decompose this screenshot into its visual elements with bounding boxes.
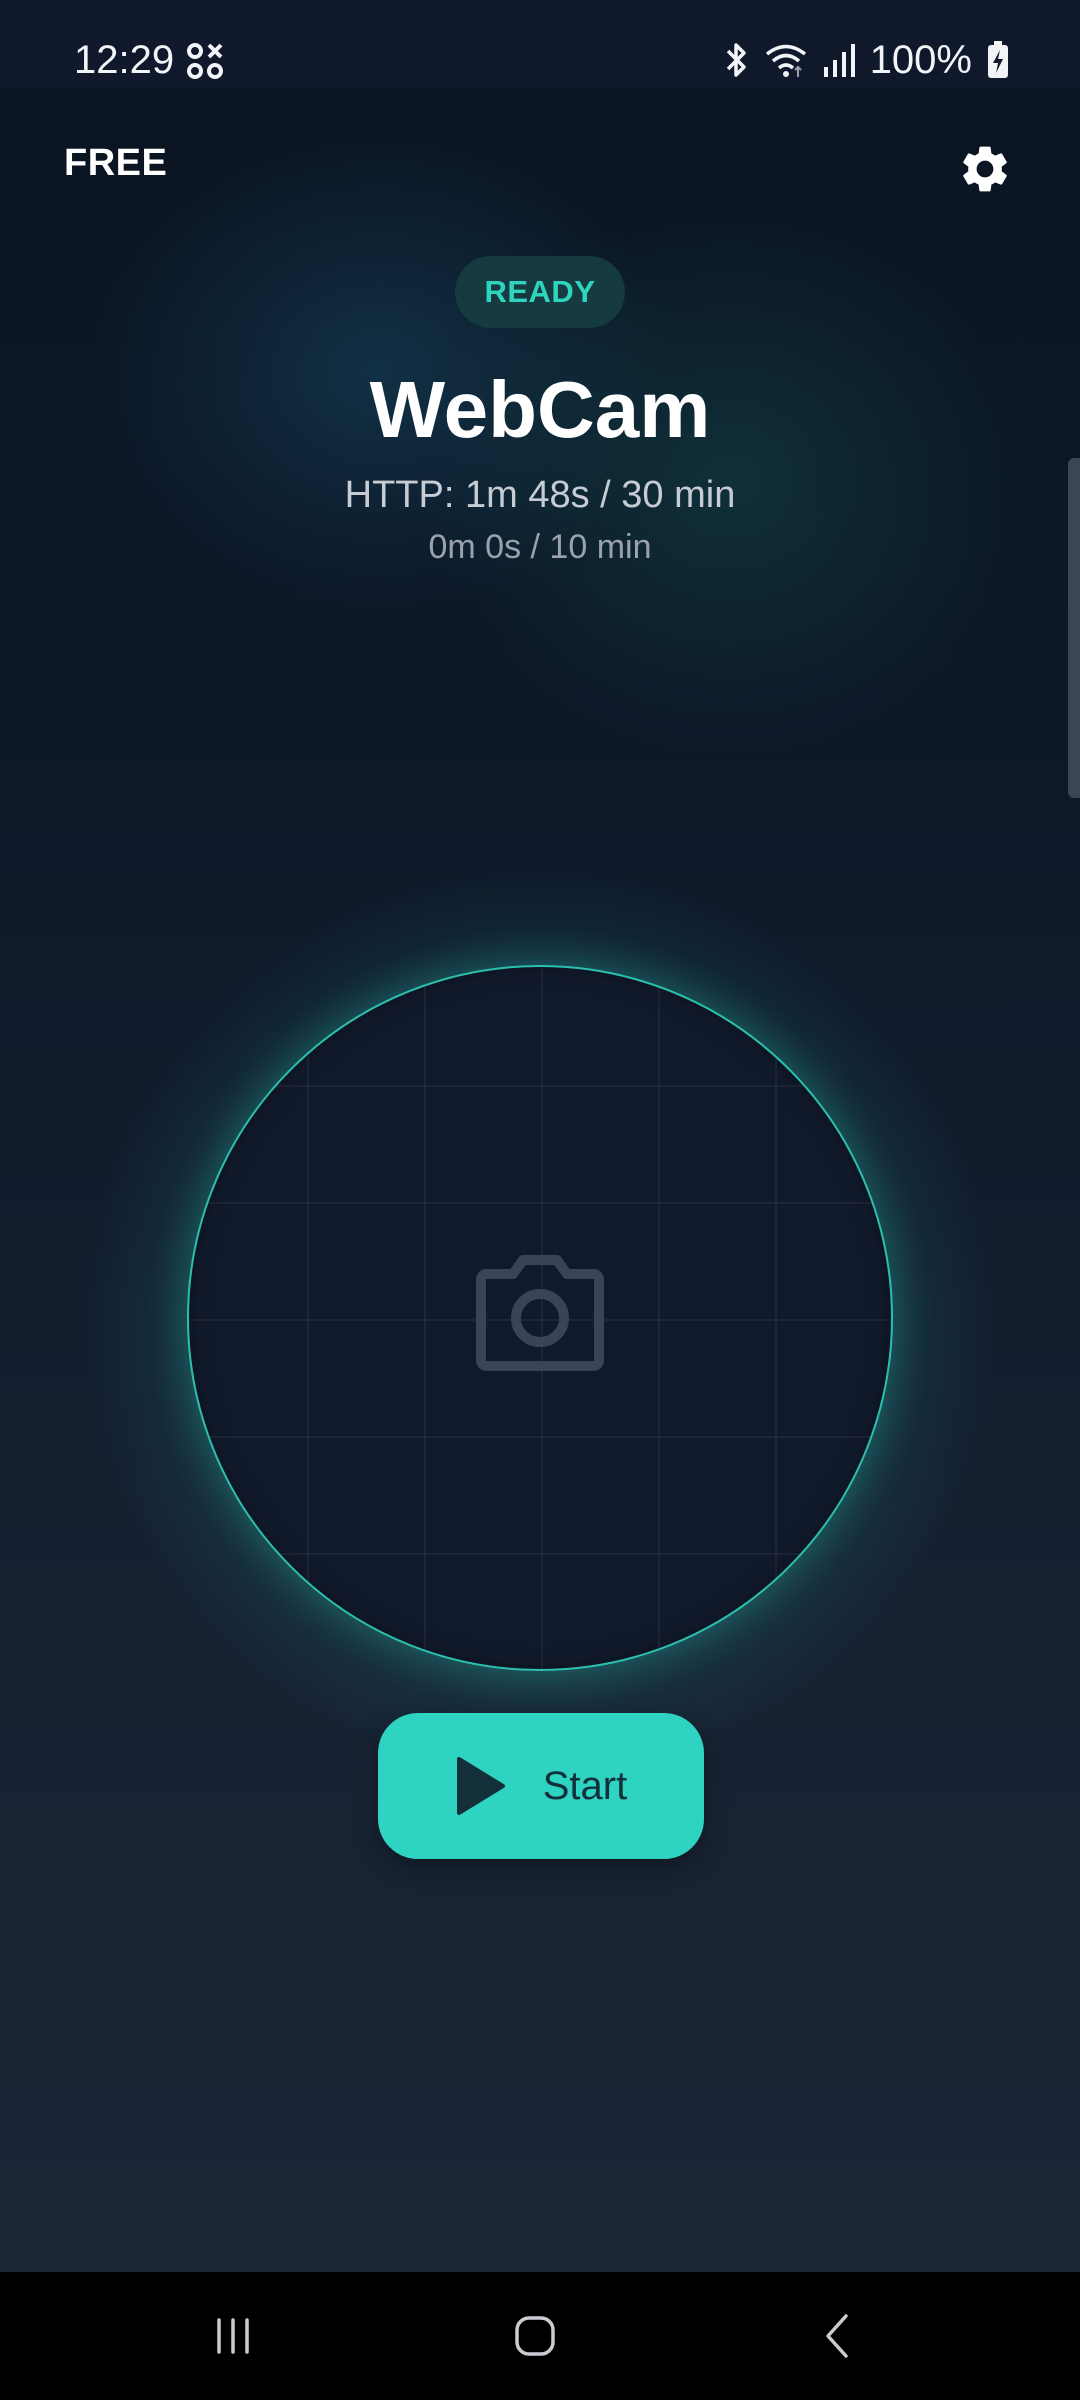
recents-icon[interactable] xyxy=(203,2306,263,2366)
signal-icon xyxy=(823,44,855,77)
home-icon[interactable] xyxy=(505,2306,565,2366)
http-usage-text: HTTP: 1m 48s / 30 min xyxy=(344,474,736,516)
grid-line xyxy=(424,967,426,1669)
session-usage-text: 0m 0s / 10 min xyxy=(428,528,652,566)
grid-line xyxy=(189,1085,891,1087)
status-time: 12:29 xyxy=(74,38,175,82)
app-title: WebCam xyxy=(369,365,711,454)
bluetooth-icon xyxy=(726,43,746,77)
navigation-bar xyxy=(0,2272,1080,2400)
screen: 12:29 100% FREE READY WebCam HTTP: 1m 48… xyxy=(0,0,1080,2400)
grid-line xyxy=(189,1436,891,1438)
grid-line xyxy=(307,967,309,1669)
wifi-icon xyxy=(765,44,806,77)
grid-line xyxy=(189,1553,891,1555)
play-icon xyxy=(456,1757,505,1815)
grid-line xyxy=(775,967,777,1669)
start-button[interactable]: Start xyxy=(378,1713,704,1859)
gear-icon xyxy=(963,146,1007,192)
status-icons: 100% xyxy=(722,36,1010,84)
settings-button[interactable] xyxy=(954,138,1016,200)
plan-label: FREE xyxy=(64,142,168,184)
grid-line xyxy=(658,967,660,1669)
grid-line xyxy=(189,1202,891,1204)
status-badge: READY xyxy=(455,256,625,328)
battery-charging-icon xyxy=(988,41,1008,78)
scrollbar[interactable] xyxy=(1068,458,1080,798)
status-bar: 12:29 100% xyxy=(0,0,1080,88)
camera-icon xyxy=(476,1255,604,1371)
back-icon[interactable] xyxy=(808,2306,868,2366)
start-button-label: Start xyxy=(542,1763,628,1808)
battery-percentage: 100% xyxy=(869,38,972,82)
quad-circle-icon xyxy=(187,43,223,79)
